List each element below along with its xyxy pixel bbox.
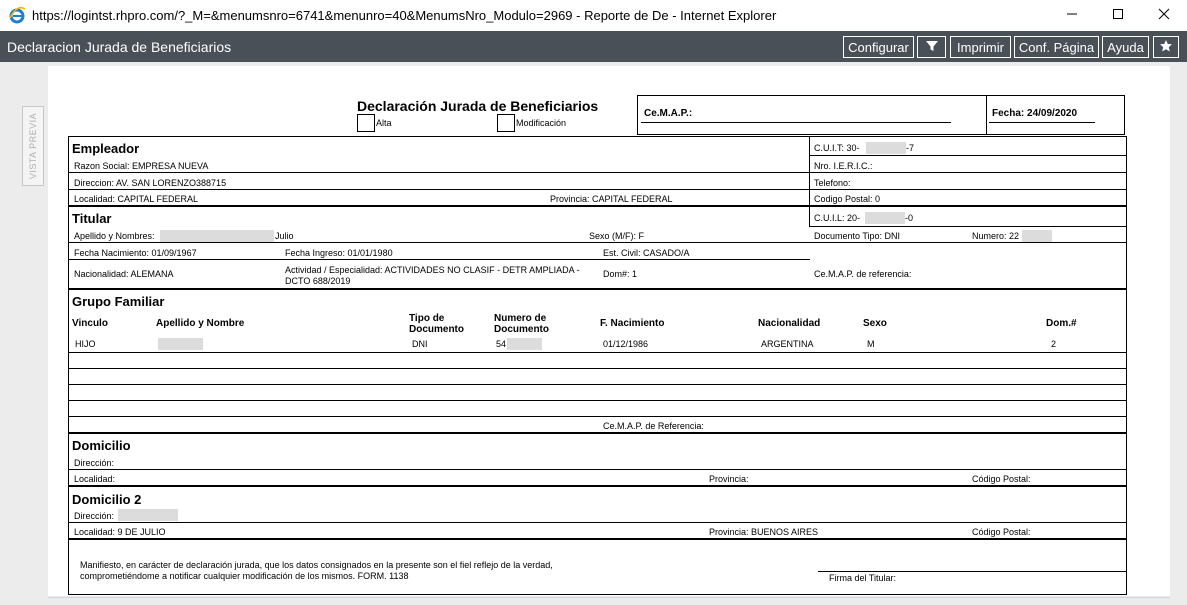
window-title: https://logintst.rhpro.com/?_M=&menumsnr… xyxy=(32,8,777,23)
domicilio-direccion: Dirección: xyxy=(74,458,115,468)
familiar-numero-redacted xyxy=(507,338,542,350)
cuit-label: C.U.I.T: 30- xyxy=(814,143,860,153)
familiar-dom: 2 xyxy=(1051,339,1057,349)
internet-explorer-icon xyxy=(8,6,26,24)
domicilio2-localidad: Localidad: 9 DE JULIO xyxy=(74,527,166,537)
empleador-codigo-postal: Codigo Postal: 0 xyxy=(814,194,881,204)
familiar-nacionalidad: ARGENTINA xyxy=(761,339,814,349)
domicilio2-codigo-postal: Código Postal: xyxy=(972,527,1031,537)
empleador-localidad: Localidad: CAPITAL FEDERAL xyxy=(74,194,199,204)
cuil-label: C.U.I.L: 20- xyxy=(814,213,861,223)
titular-apellido-suffix: Julio xyxy=(275,231,294,241)
favorite-button[interactable] xyxy=(1153,36,1179,58)
empleador-provincia: Provincia: CAPITAL FEDERAL xyxy=(550,194,673,204)
col-tipo-documento-2: Documento xyxy=(409,324,464,335)
col-apellido-nombre: Apellido y Nombre xyxy=(156,318,245,329)
domicilio-localidad: Localidad: xyxy=(74,474,116,484)
close-button[interactable] xyxy=(1141,0,1187,31)
domicilio-heading: Domicilio xyxy=(72,438,131,453)
domicilio2-heading: Domicilio 2 xyxy=(72,492,142,507)
familiar-vinculo: HIJO xyxy=(75,339,96,349)
titular-documento-tipo: Documento Tipo: DNI xyxy=(814,231,901,241)
col-numero-documento-1: Numero de xyxy=(494,313,547,324)
report-title: Declaración Jurada de Beneficiarios xyxy=(357,98,599,114)
alta-checkbox xyxy=(357,114,375,132)
titular-actividad-line1: Actividad / Especialidad: ACTIVIDADES NO… xyxy=(285,265,580,275)
cuit-redacted xyxy=(866,142,906,154)
star-icon xyxy=(1159,39,1173,56)
modificacion-label: Modificación xyxy=(516,118,567,128)
modificacion-checkbox xyxy=(497,114,515,132)
titular-fecha-nacimiento: Fecha Nacimiento: 01/09/1967 xyxy=(74,248,197,258)
col-sexo: Sexo xyxy=(863,318,887,329)
titular-actividad-line2: DCTO 688/2019 xyxy=(285,276,351,286)
report-toolbar-title: Declaracion Jurada de Beneficiarios xyxy=(7,39,232,55)
filter-button[interactable] xyxy=(917,36,946,58)
domicilio2-provincia: Provincia: BUENOS AIRES xyxy=(709,527,819,537)
grupo-familiar-heading: Grupo Familiar xyxy=(72,294,165,309)
empleador-heading: Empleador xyxy=(72,141,140,156)
titular-estado-civil: Est. Civil: CASADO/A xyxy=(603,248,690,258)
titular-apellido-label: Apellido y Nombres: xyxy=(74,231,155,241)
titular-apellido-redacted xyxy=(160,230,274,242)
titular-cemap-referencia: Ce.M.A.P. de referencia: xyxy=(814,269,912,279)
firma-titular: Firma del Titular: xyxy=(829,573,897,583)
familiar-sexo: M xyxy=(867,339,875,349)
razon-social: Razon Social: EMPRESA NUEVA xyxy=(74,161,209,171)
cuil-suffix: -0 xyxy=(905,213,914,223)
filter-icon xyxy=(925,39,939,56)
titular-sexo: Sexo (M/F): F xyxy=(589,231,645,241)
domicilio2-direccion: Dirección: xyxy=(74,511,115,521)
report-page: Declaración Jurada de Beneficiarios Alta… xyxy=(48,66,1170,596)
titular-nacionalidad: Nacionalidad: ALEMANA xyxy=(74,269,174,279)
titular-fecha-ingreso: Fecha Ingreso: 01/01/1980 xyxy=(285,248,393,258)
titular-dom-nro: Dom#: 1 xyxy=(603,269,638,279)
cemap-label: Ce.M.A.P.: xyxy=(644,108,693,119)
maximize-button[interactable] xyxy=(1095,0,1141,31)
titular-numero: Numero: 22 xyxy=(972,231,1020,241)
report-viewport: VISTA PREVIA Declaración Jurada de Benef… xyxy=(0,62,1187,605)
page-bottom-edge xyxy=(48,597,1170,598)
cuit-suffix: -7 xyxy=(906,143,915,153)
maximize-icon xyxy=(1112,7,1124,25)
domicilio-codigo-postal: Código Postal: xyxy=(972,474,1031,484)
ieric-label: Nro. I.E.R.I.C.: xyxy=(814,161,873,171)
vista-previa-tab[interactable]: VISTA PREVIA xyxy=(22,106,44,186)
familiar-numero: 54 xyxy=(496,339,507,349)
imprimir-button[interactable]: Imprimir xyxy=(950,36,1011,58)
alta-label: Alta xyxy=(376,118,392,128)
domicilio-provincia: Provincia: xyxy=(709,474,749,484)
familiar-tipo-doc: DNI xyxy=(412,339,428,349)
report-toolbar: Declaracion Jurada de Beneficiarios Conf… xyxy=(0,31,1187,62)
titular-numero-redacted xyxy=(1022,230,1052,242)
titular-heading: Titular xyxy=(72,211,112,226)
col-vinculo: Vinculo xyxy=(72,318,108,329)
col-nacionalidad: Nacionalidad xyxy=(758,318,821,329)
familiar-f-nacimiento: 01/12/1986 xyxy=(603,339,649,349)
fecha-label: Fecha: 24/09/2020 xyxy=(992,108,1078,119)
col-dom: Dom.# xyxy=(1046,318,1077,329)
manifiesto-line1: Manifiesto, en carácter de declaración j… xyxy=(80,560,553,570)
cuil-redacted xyxy=(865,212,905,224)
configurar-button[interactable]: Configurar xyxy=(843,36,914,58)
col-f-nacimiento: F. Nacimiento xyxy=(600,318,665,329)
close-icon xyxy=(1158,7,1170,25)
conf-pagina-button[interactable]: Conf. Página xyxy=(1014,36,1099,58)
familiar-cemap-referencia: Ce.M.A.P. de Referencia: xyxy=(603,421,704,431)
ayuda-button[interactable]: Ayuda xyxy=(1102,36,1149,58)
domicilio2-direccion-redacted xyxy=(118,509,178,521)
col-numero-documento-2: Documento xyxy=(494,324,549,335)
empleador-telefono: Telefono: xyxy=(814,178,851,188)
minimize-button[interactable] xyxy=(1049,0,1095,31)
minimize-icon xyxy=(1066,7,1078,25)
empleador-direccion: Direccion: AV. SAN LORENZO388715 xyxy=(74,178,227,188)
vista-previa-label: VISTA PREVIA xyxy=(28,112,38,180)
col-tipo-documento-1: Tipo de xyxy=(409,313,445,324)
manifiesto-line2: comprometiéndome a notificar cualquier m… xyxy=(80,571,409,581)
familiar-apellido-redacted xyxy=(158,338,203,350)
window-titlebar: https://logintst.rhpro.com/?_M=&menumsnr… xyxy=(0,0,1187,31)
